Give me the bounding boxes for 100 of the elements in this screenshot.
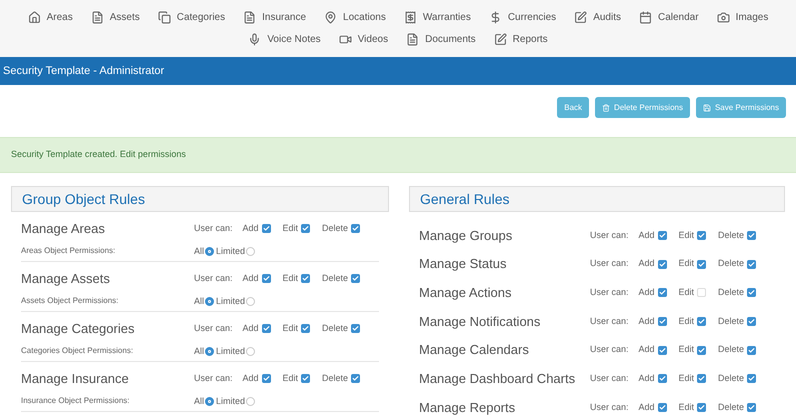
checkbox[interactable]	[262, 374, 271, 384]
checkbox[interactable]	[658, 260, 667, 269]
nav-link[interactable]: Voice Notes	[239, 32, 330, 47]
user-can-label: User can:	[590, 286, 629, 299]
checkbox-label: Add	[638, 372, 655, 386]
checkbox[interactable]	[697, 374, 706, 384]
nav-link[interactable]: Areas	[18, 10, 82, 25]
nav-link[interactable]: Assets	[82, 10, 149, 25]
checkbox[interactable]	[747, 260, 756, 269]
checkbox[interactable]	[301, 274, 310, 284]
checkbox[interactable]	[658, 402, 667, 412]
radio-label: All	[194, 294, 204, 308]
checkbox[interactable]	[301, 224, 310, 234]
user-can-label: User can:	[590, 372, 629, 386]
radio-button[interactable]	[246, 346, 256, 356]
nav-link[interactable]: Documents	[397, 32, 485, 47]
checkbox[interactable]	[697, 230, 706, 240]
checkbox[interactable]	[747, 230, 756, 240]
checkbox[interactable]	[301, 324, 310, 334]
checkbox[interactable]	[747, 316, 756, 326]
radio-button[interactable]	[205, 246, 214, 256]
rule-title: Manage Areas	[21, 220, 105, 238]
checkbox-label: Edit	[282, 272, 298, 285]
nav-link[interactable]: Images	[708, 10, 778, 25]
checkbox[interactable]	[697, 316, 706, 326]
checkbox-label: Edit	[678, 228, 694, 242]
checkbox[interactable]	[697, 402, 706, 412]
user-can-label: User can:	[590, 257, 629, 270]
checkbox[interactable]	[697, 288, 706, 298]
checkbox[interactable]	[658, 346, 667, 355]
radio-button[interactable]	[246, 396, 256, 406]
nav-link[interactable]: Locations	[315, 10, 395, 25]
checkbox-label: Add	[638, 343, 655, 356]
panel-title: General Rules	[420, 190, 510, 208]
checkbox[interactable]	[697, 260, 706, 269]
checkbox[interactable]	[351, 324, 360, 334]
checkbox[interactable]	[697, 346, 706, 355]
radio-button[interactable]	[205, 346, 214, 356]
nav-link[interactable]: Insurance	[234, 10, 316, 25]
checkbox[interactable]	[351, 274, 360, 284]
checkbox[interactable]	[747, 346, 756, 355]
radio-button[interactable]	[246, 296, 256, 306]
edit-icon	[494, 33, 507, 46]
checkbox[interactable]	[747, 374, 756, 384]
checkbox-label: Delete	[322, 322, 348, 335]
user-can-label: User can:	[590, 228, 629, 242]
rule-title: Manage Status	[419, 255, 506, 274]
checkbox[interactable]	[351, 224, 360, 234]
rule-title: Manage Actions	[419, 284, 512, 302]
object-permissions-label: Assets Object Permissions:	[21, 295, 118, 308]
checkbox[interactable]	[658, 230, 667, 240]
nav-link[interactable]: Calendar	[630, 10, 708, 25]
checkbox-label: Delete	[322, 222, 348, 235]
radio-button[interactable]	[205, 296, 214, 306]
checkbox-label: Edit	[678, 286, 694, 299]
checkbox[interactable]	[262, 324, 271, 334]
microphone-icon	[248, 33, 262, 46]
trash-icon	[602, 104, 610, 112]
checkbox[interactable]	[351, 374, 360, 384]
checkbox-label: Add	[638, 314, 655, 328]
checkbox-label: Delete	[718, 286, 744, 299]
checkbox-label: Add	[638, 286, 655, 299]
document-icon	[406, 33, 420, 46]
nav-link[interactable]: Reports	[484, 32, 557, 47]
user-can-label: User can:	[194, 222, 233, 235]
nav-link[interactable]: Currencies	[480, 10, 566, 25]
save-icon	[702, 104, 711, 112]
nav-link[interactable]: Audits	[565, 10, 630, 25]
radio-label: Limited	[216, 344, 246, 358]
radio-label: All	[194, 394, 204, 408]
object-permissions-label: Insurance Object Permissions:	[21, 395, 130, 408]
rule-title: Manage Groups	[419, 226, 512, 245]
radio-button[interactable]	[205, 396, 214, 406]
checkbox-label: Delete	[322, 372, 348, 385]
radio-button[interactable]	[246, 246, 256, 256]
checkbox-label: Add	[242, 322, 259, 335]
nav-link[interactable]: Warranties	[394, 10, 480, 25]
checkbox[interactable]	[658, 316, 667, 326]
checkbox[interactable]	[747, 288, 756, 298]
checkbox-label: Delete	[718, 314, 744, 328]
checkbox[interactable]	[747, 402, 756, 412]
checkbox[interactable]	[262, 274, 271, 284]
dollar-icon	[488, 11, 502, 24]
nav-link[interactable]: Videos	[330, 32, 398, 47]
user-can-label: User can:	[194, 272, 233, 285]
document-icon	[243, 11, 256, 24]
checkbox[interactable]	[658, 374, 667, 384]
rule-title: Manage Reports	[419, 398, 516, 415]
checkbox[interactable]	[301, 374, 310, 384]
edit-icon	[574, 11, 588, 24]
rule-title: Manage Categories	[21, 320, 134, 338]
nav-link[interactable]: Categories	[148, 10, 234, 25]
radio-label: All	[194, 244, 204, 258]
checkbox[interactable]	[262, 224, 271, 234]
checkbox-label: Edit	[678, 400, 694, 414]
user-can-label: User can:	[590, 400, 629, 414]
radio-label: Limited	[216, 244, 246, 258]
checkbox[interactable]	[658, 288, 667, 298]
radio-label: Limited	[216, 394, 246, 408]
object-permissions-label: Areas Object Permissions:	[21, 245, 116, 258]
